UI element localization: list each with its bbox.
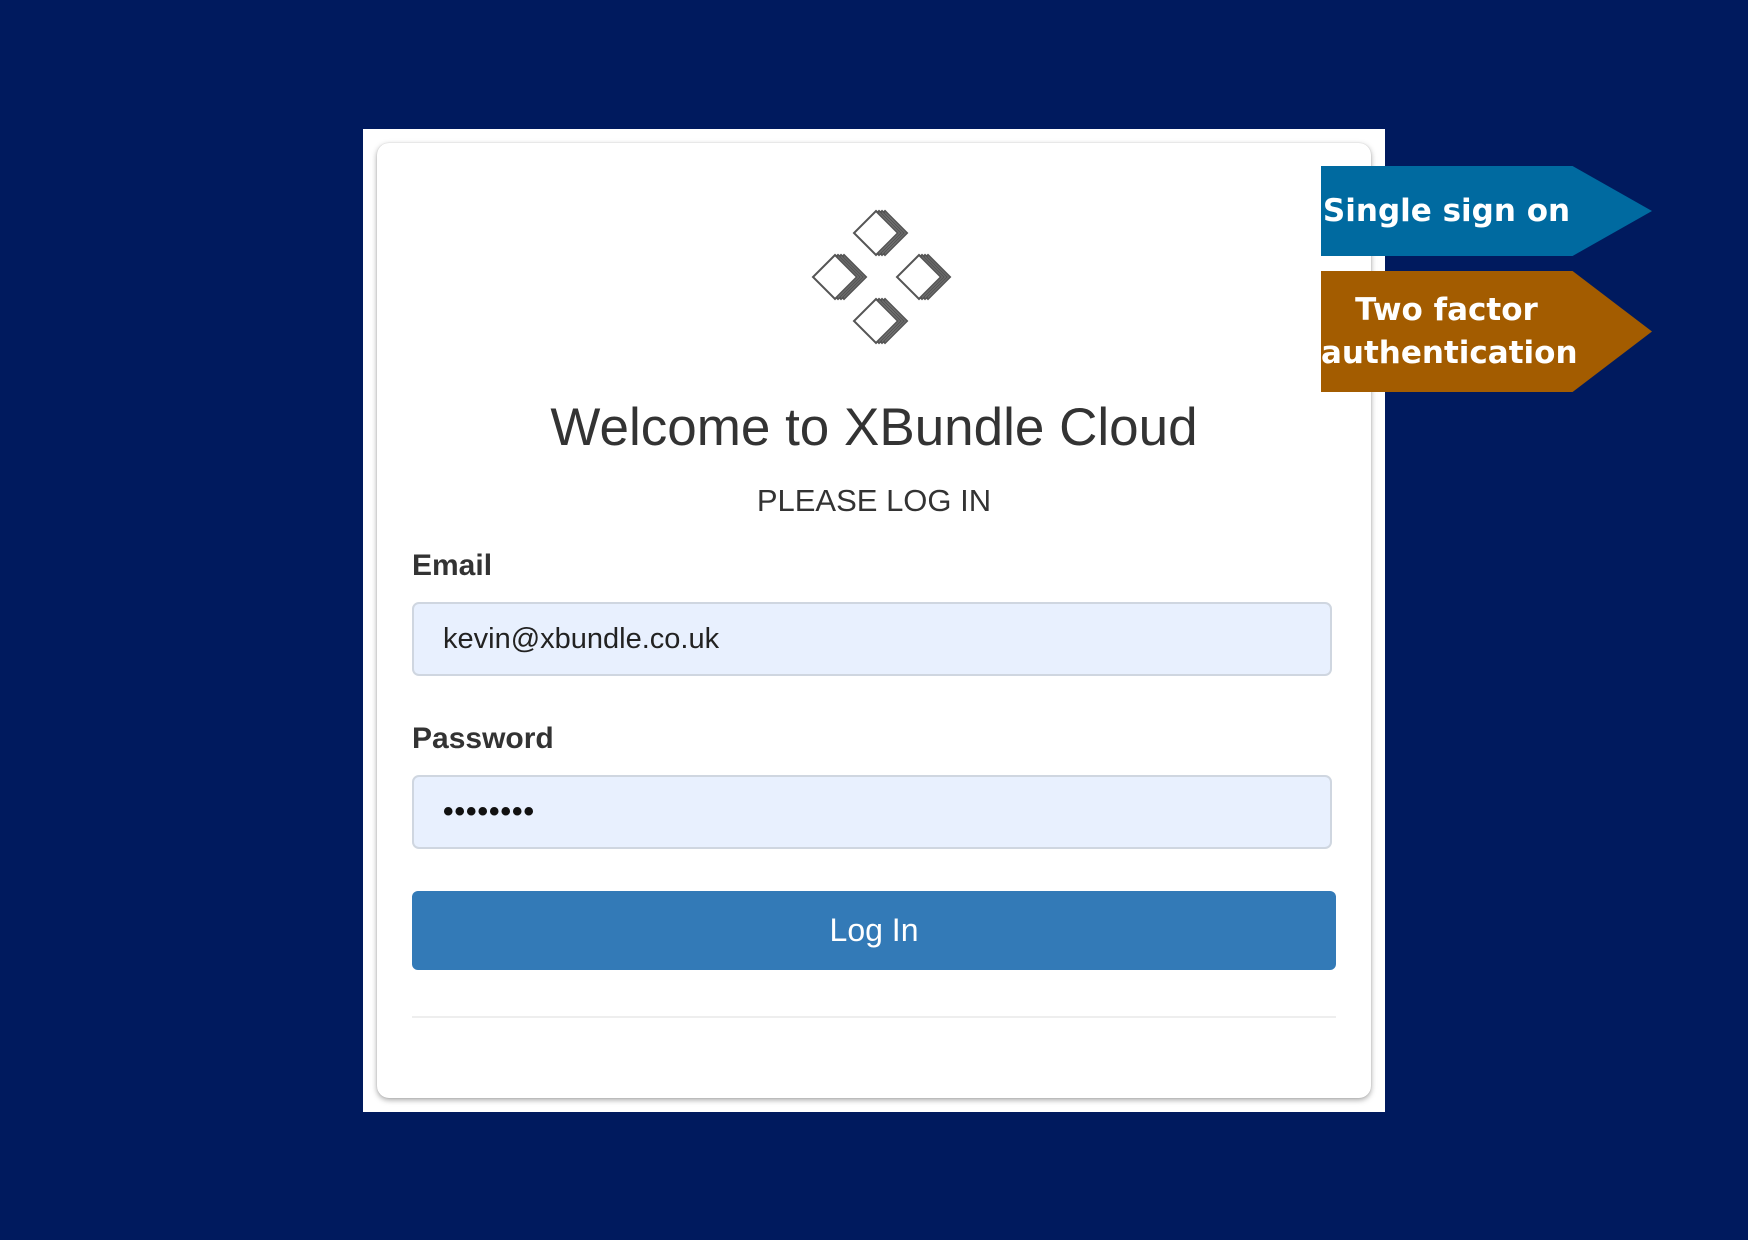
two-factor-callout-line1: Two factor — [1355, 291, 1538, 328]
stacked-diamonds-logo-icon — [811, 209, 952, 345]
two-factor-callout-text: Two factor authentication — [1321, 289, 1578, 375]
sso-callout-label: Single sign on — [1322, 193, 1571, 229]
password-value: •••••••• — [443, 795, 536, 828]
page-title: Welcome to XBundle Cloud — [550, 398, 1198, 457]
email-label: Email — [412, 549, 493, 582]
login-button-label: Log In — [829, 912, 919, 948]
login-button[interactable]: Log In — [412, 891, 1336, 970]
password-label: Password — [412, 722, 554, 755]
divider — [412, 1016, 1336, 1018]
email-value: kevin@xbundle.co.uk — [443, 622, 720, 655]
login-subtitle: PLEASE LOG IN — [756, 483, 992, 518]
login-card: Welcome to XBundle Cloud PLEASE LOG IN E… — [377, 143, 1371, 1098]
two-factor-callout-line2: authentication — [1321, 334, 1578, 371]
password-field[interactable]: •••••••• — [412, 775, 1332, 849]
email-field[interactable]: kevin@xbundle.co.uk — [412, 602, 1332, 676]
sso-callout: Single sign on — [1321, 166, 1652, 256]
login-frame: Welcome to XBundle Cloud PLEASE LOG IN E… — [363, 129, 1385, 1112]
two-factor-callout: Two factor authentication — [1321, 271, 1652, 392]
